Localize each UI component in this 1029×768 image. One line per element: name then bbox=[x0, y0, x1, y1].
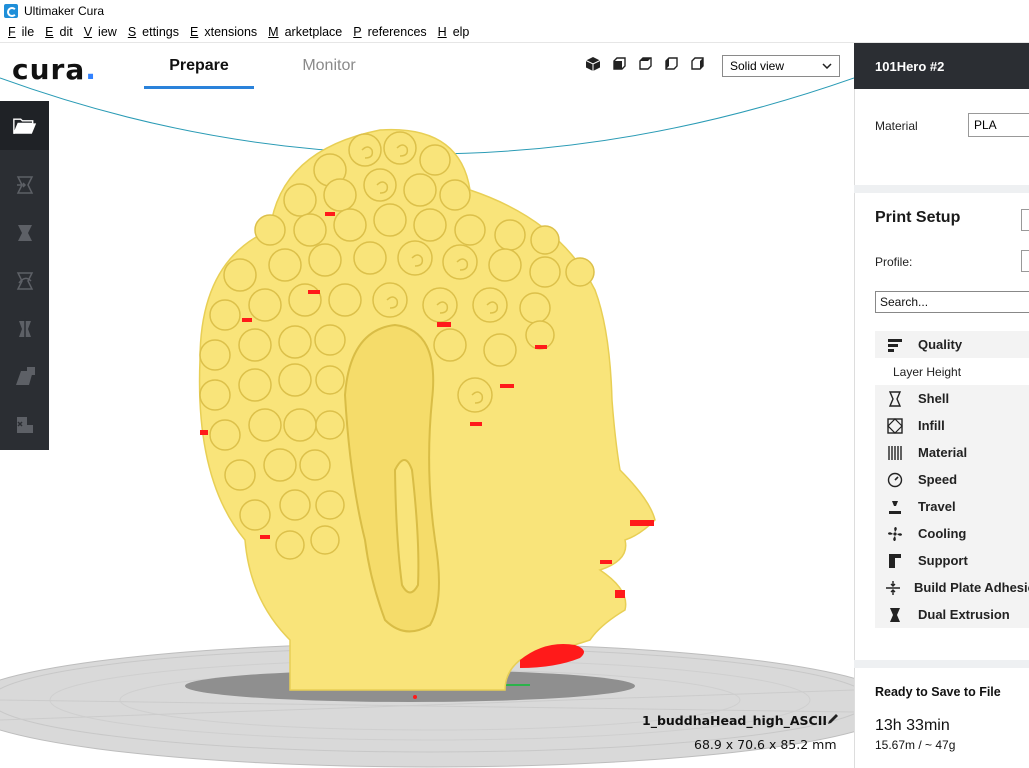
printer-name: 101Hero #2 bbox=[875, 58, 945, 74]
top-view-icon[interactable] bbox=[637, 56, 653, 72]
print-setup-title: Print Setup bbox=[875, 209, 961, 226]
category-dual-extrusion[interactable]: Dual Extrusion bbox=[875, 601, 1029, 628]
move-tool-icon bbox=[16, 176, 33, 194]
category-quality[interactable]: Quality bbox=[875, 331, 1029, 358]
folder-open-icon bbox=[12, 117, 36, 134]
category-material[interactable]: Material bbox=[875, 439, 1029, 466]
section-divider bbox=[854, 185, 1029, 193]
category-travel[interactable]: Travel bbox=[875, 493, 1029, 520]
per-model-settings-icon bbox=[15, 367, 35, 385]
model-name: 1_buddhaHead_high_ASCII bbox=[642, 713, 828, 728]
camera-view-buttons bbox=[585, 56, 705, 72]
menu-edit[interactable]: Edit bbox=[41, 25, 74, 39]
support-blocker-button[interactable] bbox=[0, 405, 49, 445]
3d-viewport[interactable] bbox=[0, 43, 854, 768]
adhesion-icon bbox=[886, 580, 900, 595]
front-view-icon[interactable] bbox=[611, 56, 627, 72]
cura-logo: cura. bbox=[12, 53, 97, 86]
menu-help[interactable]: Help bbox=[434, 25, 471, 39]
quality-icon bbox=[888, 338, 902, 352]
menu-file[interactable]: File bbox=[4, 25, 35, 39]
left-view-icon[interactable] bbox=[663, 56, 679, 72]
speed-icon bbox=[887, 472, 903, 487]
category-cooling[interactable]: Cooling bbox=[875, 520, 1029, 547]
scene-graphic bbox=[0, 77, 854, 768]
category-build-plate-adhesion[interactable]: Build Plate Adhesion bbox=[875, 574, 1029, 601]
menu-marketplace[interactable]: Marketplace bbox=[264, 25, 343, 39]
section-divider-bottom bbox=[854, 660, 1029, 668]
category-support[interactable]: Support bbox=[875, 547, 1029, 574]
shell-icon bbox=[888, 390, 902, 407]
cura-app-icon bbox=[4, 4, 18, 18]
move-tool-button[interactable] bbox=[0, 165, 49, 205]
tab-monitor[interactable]: Monitor bbox=[285, 57, 373, 75]
mirror-tool-icon bbox=[18, 319, 31, 339]
buddha-head-model bbox=[198, 128, 656, 699]
print-time-estimate: 13h 33min bbox=[875, 717, 950, 734]
ready-status: Ready to Save to File bbox=[875, 685, 1001, 699]
category-infill[interactable]: Infill bbox=[875, 412, 1029, 439]
support-icon bbox=[889, 553, 901, 568]
material-label: Material bbox=[875, 119, 918, 133]
settings-search-input[interactable] bbox=[875, 291, 1029, 313]
rotate-tool-button[interactable] bbox=[0, 261, 49, 301]
menu-bar: File Edit View Settings Extensions Marke… bbox=[0, 22, 1029, 43]
dual-extrusion-icon bbox=[890, 607, 900, 622]
category-speed[interactable]: Speed bbox=[875, 466, 1029, 493]
mirror-tool-button[interactable] bbox=[0, 309, 49, 349]
fan-icon bbox=[888, 526, 902, 541]
active-tab-indicator bbox=[144, 86, 254, 89]
view-mode-value: Solid view bbox=[730, 59, 785, 73]
title-bar: Ultimaker Cura bbox=[0, 0, 1029, 22]
profile-select[interactable] bbox=[1021, 250, 1029, 272]
right-view-icon[interactable] bbox=[689, 56, 705, 72]
per-model-settings-button[interactable] bbox=[0, 357, 49, 397]
3d-view-icon[interactable] bbox=[585, 56, 601, 72]
chevron-down-icon bbox=[822, 63, 832, 69]
travel-icon bbox=[889, 500, 901, 514]
material-icon bbox=[888, 445, 902, 460]
material-select[interactable]: PLA bbox=[968, 113, 1029, 137]
scale-tool-icon bbox=[17, 225, 32, 241]
open-file-button[interactable] bbox=[0, 101, 49, 150]
menu-settings[interactable]: Settings bbox=[124, 25, 180, 39]
material-value: PLA bbox=[974, 118, 997, 132]
tab-prepare[interactable]: Prepare bbox=[145, 57, 253, 75]
setting-categories: Quality Layer Height Shell Infill Materi… bbox=[875, 331, 1029, 628]
scale-tool-button[interactable] bbox=[0, 213, 49, 253]
infill-icon bbox=[887, 417, 903, 434]
model-dimensions: 68.9 x 70.6 x 85.2 mm bbox=[694, 737, 837, 752]
setting-layer-height[interactable]: Layer Height bbox=[875, 358, 1029, 385]
print-setup-mode-toggle[interactable] bbox=[1021, 209, 1029, 231]
material-estimate: 15.67m / ~ 47g bbox=[875, 738, 956, 752]
pencil-icon[interactable] bbox=[826, 712, 840, 726]
menu-preferences[interactable]: Preferences bbox=[349, 25, 427, 39]
window-title: Ultimaker Cura bbox=[24, 4, 105, 18]
menu-view[interactable]: View bbox=[80, 25, 118, 39]
category-shell[interactable]: Shell bbox=[875, 385, 1029, 412]
support-blocker-icon bbox=[16, 417, 33, 433]
menu-extensions[interactable]: Extensions bbox=[186, 25, 258, 39]
profile-label: Profile: bbox=[875, 255, 913, 269]
view-mode-select[interactable]: Solid view bbox=[722, 55, 840, 77]
printer-selector[interactable]: 101Hero #2 bbox=[854, 43, 1029, 89]
rotate-tool-icon bbox=[16, 272, 33, 290]
